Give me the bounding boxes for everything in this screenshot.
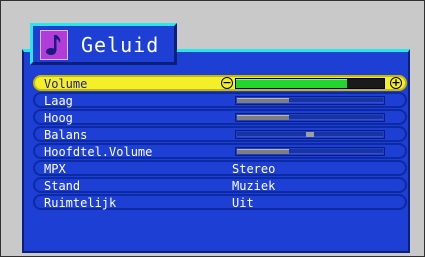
balance-slider-knob (306, 132, 314, 137)
volume-slider[interactable] (235, 78, 385, 89)
menu-row-ruimtelijk[interactable]: Ruimtelijk Uit (33, 194, 407, 210)
menu-row-value: Stereo (232, 162, 276, 176)
menu-row-label: Stand (44, 179, 81, 193)
menu-row-label: Volume (44, 77, 88, 91)
music-note-icon (40, 30, 68, 60)
menu-row-label: Ruimtelijk (44, 196, 117, 210)
treble-slider[interactable] (235, 113, 385, 122)
volume-slider-rest (347, 79, 384, 88)
menu-row-value: Muziek (232, 179, 276, 193)
menu-row-laag[interactable]: Laag (33, 92, 407, 108)
menu-row-label: Balans (44, 128, 88, 142)
menu-row-hoog[interactable]: Hoog (33, 109, 407, 125)
menu-row-value: Uit (232, 196, 254, 210)
volume-slider-fill (236, 79, 347, 88)
headphone-volume-slider-fill (237, 149, 289, 154)
treble-slider-fill (237, 115, 289, 120)
menu-row-label: Hoog (44, 111, 73, 125)
menu-title: Geluid (81, 33, 160, 57)
balance-slider[interactable] (235, 130, 385, 139)
menu-row-stand[interactable]: Stand Muziek (33, 177, 407, 193)
menu-row-mpx[interactable]: MPX Stereo (33, 160, 407, 176)
bass-slider[interactable] (235, 96, 385, 105)
menu-row-label: Hoofdtel.Volume (44, 145, 153, 159)
decrease-icon[interactable]: − (221, 77, 233, 89)
menu-row-volume[interactable]: Volume − + (33, 75, 407, 91)
menu-title-tab: Geluid (30, 23, 177, 65)
menu-row-label: MPX (44, 162, 66, 176)
bass-slider-fill (237, 98, 289, 103)
increase-icon[interactable]: + (390, 77, 402, 89)
headphone-volume-slider[interactable] (235, 147, 385, 156)
menu-row-headphone-volume[interactable]: Hoofdtel.Volume (33, 143, 407, 159)
menu-row-label: Laag (44, 94, 73, 108)
menu-row-balans[interactable]: Balans (33, 126, 407, 142)
